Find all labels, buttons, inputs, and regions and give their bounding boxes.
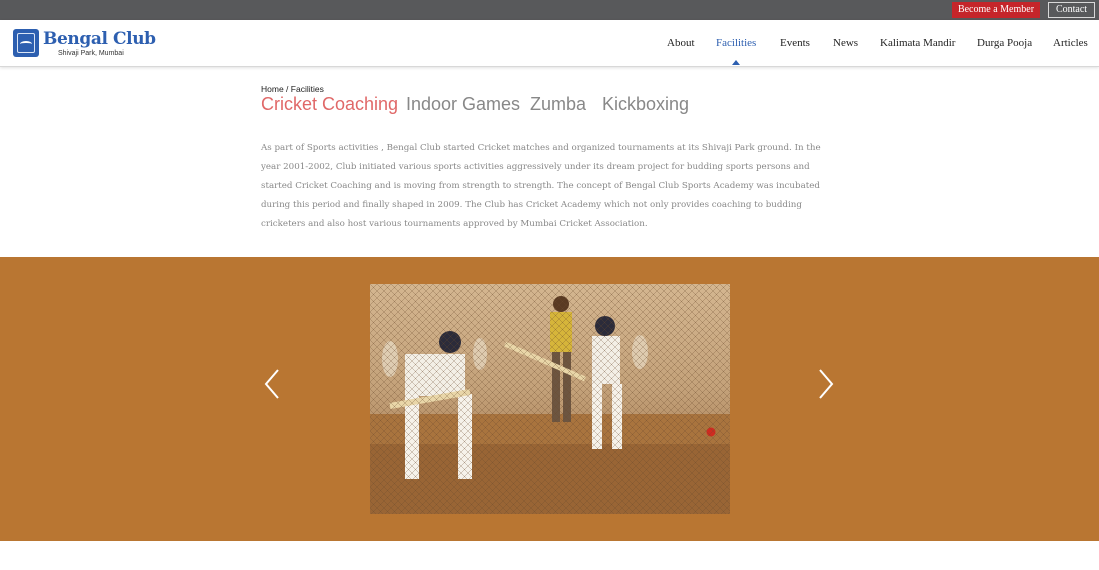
contact-button[interactable]: Contact (1048, 2, 1095, 18)
nav-item-news[interactable]: News (833, 37, 858, 49)
nav-item-articles[interactable]: Articles (1053, 37, 1088, 49)
image-slider (0, 257, 1099, 541)
breadcrumb-current: Facilities (290, 84, 324, 94)
tab-kickboxing[interactable]: Kickboxing (602, 94, 689, 115)
breadcrumb-separator: / (283, 84, 291, 94)
top-utility-bar: Become a Member Contact (0, 0, 1099, 20)
tab-zumba[interactable]: Zumba (530, 94, 586, 115)
nav-item-about[interactable]: About (667, 37, 695, 49)
facility-description: As part of Sports activities , Bengal Cl… (261, 143, 821, 229)
cricket-practice-photo (370, 284, 730, 514)
tab-cricket-coaching[interactable]: Cricket Coaching (261, 94, 398, 115)
brand-name[interactable]: Bengal Club (43, 29, 156, 49)
nav-item-events[interactable]: Events (780, 37, 810, 49)
nav-item-kalimata-mandir[interactable]: Kalimata Mandir (880, 37, 955, 49)
club-logo-icon[interactable] (13, 29, 39, 57)
logo-wave (20, 41, 32, 47)
tab-indoor-games[interactable]: Indoor Games (406, 94, 520, 115)
chevron-right-icon[interactable] (815, 368, 837, 400)
become-member-button[interactable]: Become a Member (952, 2, 1040, 18)
active-nav-indicator (732, 60, 740, 65)
breadcrumb: Home / Facilities (261, 84, 324, 94)
breadcrumb-home-link[interactable]: Home (261, 84, 284, 94)
chevron-left-icon[interactable] (261, 368, 283, 400)
nav-item-durga-pooja[interactable]: Durga Pooja (977, 37, 1032, 49)
nav-item-facilities[interactable]: Facilities (716, 37, 756, 49)
brand-tagline: Shivaji Park, Mumbai (58, 50, 124, 57)
